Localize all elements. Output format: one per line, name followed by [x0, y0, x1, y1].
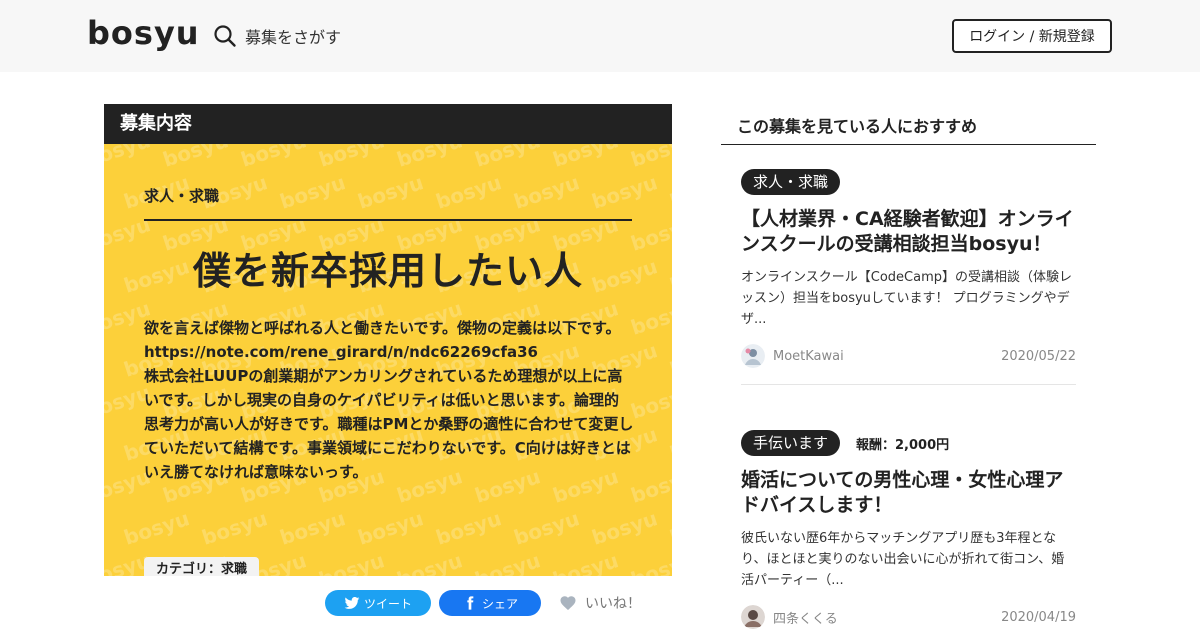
watermark-text: bosyu — [627, 144, 672, 172]
user-link[interactable]: 四条くくる — [741, 605, 838, 629]
recommend-card[interactable]: 手伝います 報酬：2,000円 婚活についての男性心理・女性心理アドバイスします… — [741, 430, 1076, 629]
card-separator — [741, 384, 1076, 385]
twitter-icon — [344, 597, 360, 609]
recommend-heading: この募集を見ている人におすすめ — [737, 117, 978, 136]
post-description: 欲を言えば傑物と呼ばれる人と働きたいです。傑物の定義は以下です。 https://… — [144, 319, 634, 481]
watermark-text: bosyu — [315, 144, 388, 172]
watermark-text: bosyu — [627, 380, 672, 424]
search-label: 募集をさがす — [245, 28, 342, 47]
recommend-card[interactable]: 求人・求職 【人材業界・CA経験者歓迎】オンラインスクールの受講相談担当bosy… — [741, 169, 1076, 385]
watermark-text: bosyu — [510, 506, 583, 550]
user-link[interactable]: MoetKawai — [741, 344, 844, 368]
post-card: bosyu bosyu bosyu bosyu bosyu bosyu bosyu bosyu… — [104, 144, 672, 576]
share-actions: ツイート シェア いいね！ — [325, 590, 641, 616]
search-icon — [214, 25, 236, 47]
watermark-text: bosyu — [588, 170, 661, 214]
tweet-label: ツイート — [363, 596, 412, 611]
watermark-text: bosyu — [198, 506, 271, 550]
user-name: MoetKawai — [773, 348, 844, 364]
watermark-text: bosyu — [354, 506, 427, 550]
avatar — [741, 344, 765, 368]
post-category: 求人・求職 — [144, 187, 220, 205]
recommend-title[interactable]: 婚活についての男性心理・女性心理アドバイスします！ — [741, 468, 1076, 518]
facebook-icon — [467, 596, 474, 610]
watermark-text: bosyu — [120, 506, 193, 550]
site-header: bosyu 募集をさがす ログイン / 新規登録 — [0, 0, 1200, 72]
login-signup-button[interactable]: ログイン / 新規登録 — [952, 19, 1112, 53]
watermark-text: bosyu — [627, 212, 672, 256]
post-date: 2020/04/19 — [1001, 609, 1076, 625]
recommend-title[interactable]: 【人材業界・CA経験者歓迎】オンラインスクールの受講相談担当bosyu！ — [741, 207, 1076, 257]
watermark-text: bosyu — [510, 170, 583, 214]
category-tag[interactable]: カテゴリ：求職 — [144, 557, 260, 576]
watermark-text: bosyu — [549, 144, 622, 172]
watermark-text: bosyu — [627, 464, 672, 508]
divider — [144, 219, 632, 221]
watermark-text: bosyu — [276, 506, 349, 550]
watermark-text: bosyu — [432, 170, 505, 214]
watermark-text: bosyu — [354, 170, 427, 214]
watermark-text: bosyu — [237, 144, 310, 172]
watermark-text: bosyu — [627, 296, 672, 340]
heart-icon — [560, 596, 576, 611]
search-link[interactable]: 募集をさがす — [213, 22, 341, 50]
reward-amount: 報酬：2,000円 — [856, 437, 950, 453]
watermark-text: bosyu — [393, 548, 466, 576]
post-title: 僕を新卒採用したい人 — [192, 249, 583, 293]
section-title: 募集内容 — [104, 104, 672, 144]
recommend-description: 彼氏いない歴6年からマッチングアプリ歴も3年程となり、ほとほと実りのない出会いに… — [741, 531, 1065, 588]
tweet-button[interactable]: ツイート — [325, 590, 431, 616]
category-badge: 求人・求職 — [741, 169, 841, 195]
watermark-text: bosyu — [159, 144, 232, 172]
watermark-text: bosyu — [315, 548, 388, 576]
watermark-text: bosyu — [393, 144, 466, 172]
category-badge: 手伝います — [741, 430, 841, 456]
watermark-text: bosyu — [104, 144, 154, 172]
watermark-text: bosyu — [471, 144, 544, 172]
recommend-description: オンラインスクール【CodeCamp】の受講相談（体験レッスン）担当をbosyu… — [741, 270, 1072, 327]
watermark-text: bosyu — [588, 506, 661, 550]
bosyu-logo[interactable]: bosyu — [87, 14, 200, 52]
recommend-meta: 四条くくる 2020/04/19 — [741, 605, 1076, 629]
watermark-text: bosyu — [666, 170, 672, 214]
facebook-share-button[interactable]: シェア — [439, 590, 541, 616]
user-name: 四条くくる — [773, 611, 838, 627]
watermark-text: bosyu — [627, 548, 672, 576]
watermark-text: bosyu — [666, 506, 672, 550]
watermark-text: bosyu — [666, 422, 672, 466]
like-label: いいね！ — [585, 596, 641, 612]
share-label: シェア — [481, 596, 518, 611]
watermark-text: bosyu — [666, 338, 672, 382]
watermark-text: bosyu — [276, 170, 349, 214]
like-button[interactable]: いいね！ — [559, 593, 641, 613]
badge-row: 求人・求職 — [741, 169, 1076, 195]
watermark-text: bosyu — [471, 548, 544, 576]
post-date: 2020/05/22 — [1001, 348, 1076, 364]
recommend-meta: MoetKawai 2020/05/22 — [741, 344, 1076, 368]
watermark-text: bosyu — [549, 548, 622, 576]
badge-row: 手伝います 報酬：2,000円 — [741, 430, 1076, 456]
watermark-text: bosyu — [432, 506, 505, 550]
recommend-divider — [721, 144, 1096, 145]
avatar — [741, 605, 765, 629]
watermark-text: bosyu — [666, 254, 672, 298]
